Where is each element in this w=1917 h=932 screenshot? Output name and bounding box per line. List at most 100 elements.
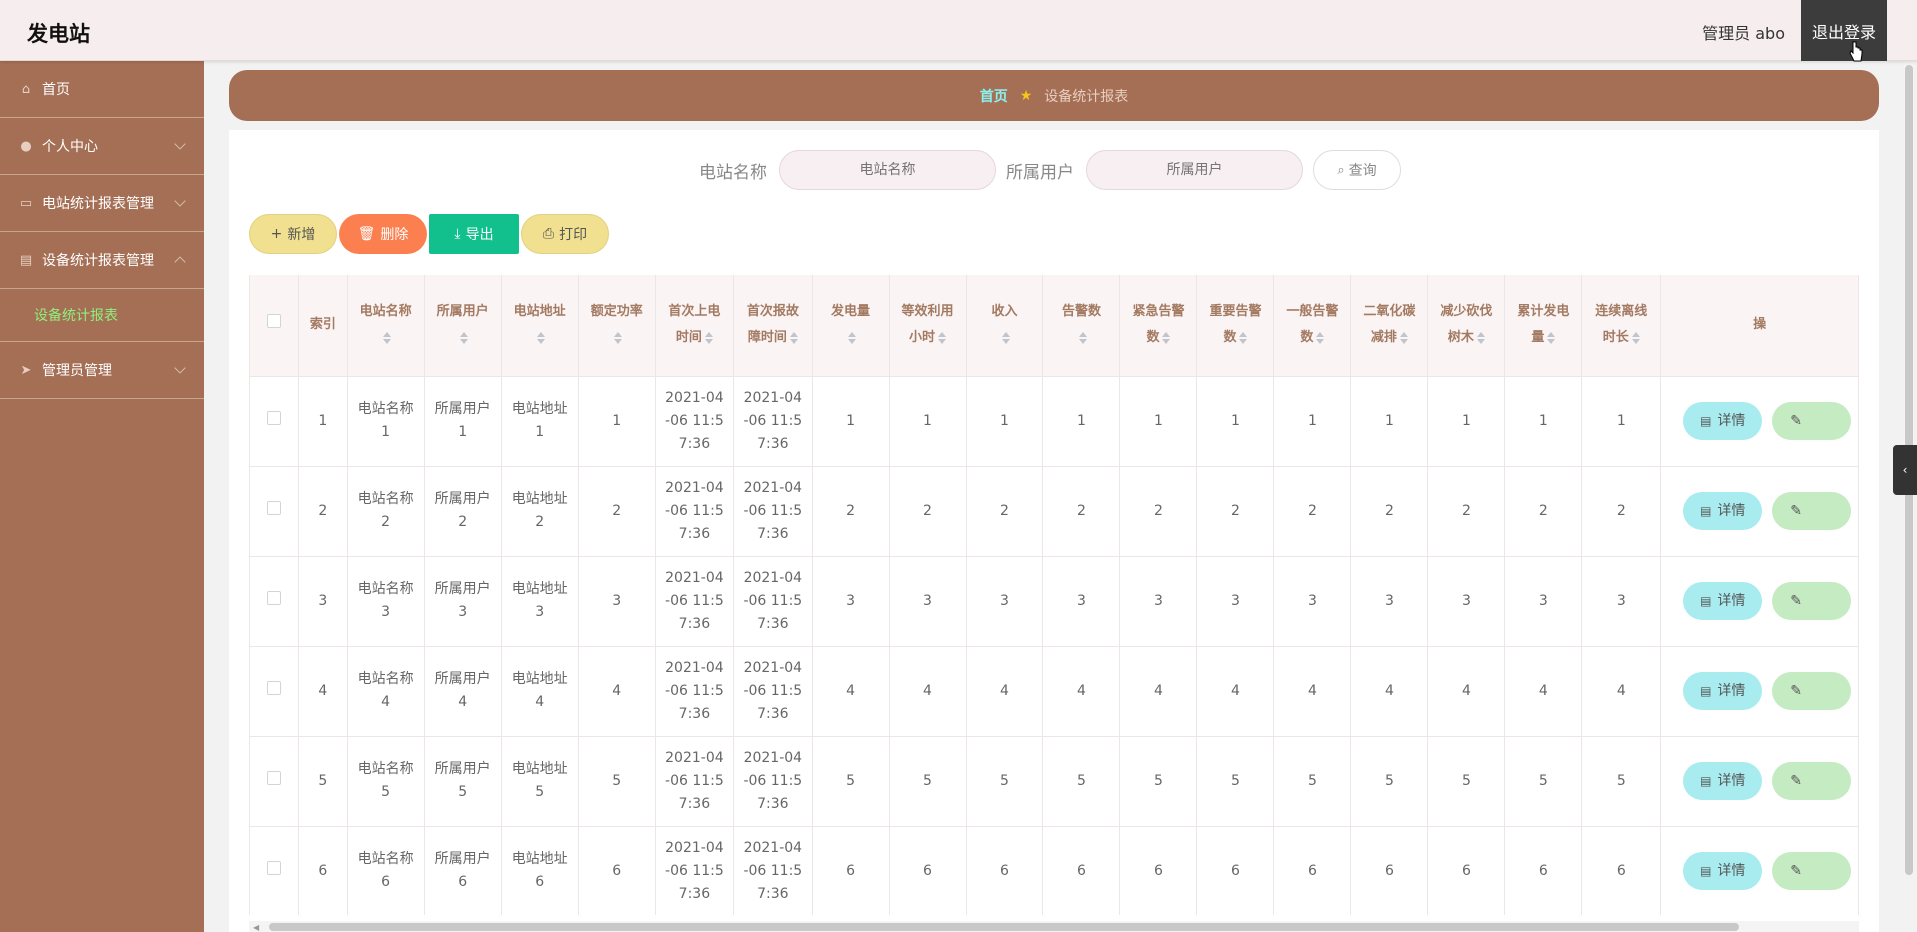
query-button[interactable]: ⌕ 查询 (1313, 150, 1401, 190)
cell-text: 2021-04 (743, 389, 803, 406)
row-checkbox[interactable] (267, 860, 282, 875)
edit-button[interactable]: ✎ (1772, 582, 1852, 620)
pencil-icon: ✎ (1790, 412, 1802, 429)
sort-icon[interactable] (1162, 331, 1171, 344)
station-name-label: 电站名称 (699, 162, 767, 183)
column-header[interactable]: 所属用户 (424, 275, 502, 377)
table-row: 1 电站名称 1 所属用户 1 电站地址 1 1 2021-04 -06 11:5 7:36 2021… (250, 376, 1859, 467)
cell-text: 2 (846, 502, 855, 519)
scroll-left-icon[interactable]: ◀ (253, 923, 259, 932)
row-checkbox[interactable] (267, 590, 282, 605)
detail-button[interactable]: ▤ 详情 (1683, 672, 1763, 710)
table-cell: 5 (812, 736, 890, 827)
add-button[interactable]: + 新增 (249, 214, 337, 254)
column-header[interactable]: 减少砍伐 树木 (1427, 275, 1506, 377)
sort-icon[interactable] (704, 331, 713, 344)
column-header[interactable]: 电站地址 (501, 275, 579, 377)
edit-button[interactable]: ✎ (1772, 762, 1852, 800)
row-checkbox[interactable] (267, 500, 282, 515)
column-header-label: 电站名称 (359, 304, 412, 320)
cell-text: 7:36 (678, 705, 711, 722)
horizontal-scroll-thumb[interactable] (269, 923, 1739, 931)
column-header[interactable]: 告警数 (1042, 275, 1121, 377)
column-header[interactable]: 紧急告警数 (1119, 275, 1198, 377)
detail-button[interactable]: ▤ 详情 (1683, 852, 1763, 890)
column-header[interactable]: 收入 (966, 275, 1044, 377)
horizontal-scrollbar[interactable]: ◀ (249, 921, 1859, 932)
select-all-checkbox[interactable] (267, 314, 282, 329)
table-row: 4 电站名称 4 所属用户 4 电站地址 4 4 2021-04 -06 11:5 7:36 2021… (250, 646, 1859, 737)
sidebar-item-device-report[interactable]: ▤ 设备统计报表管理 (0, 232, 204, 289)
column-header[interactable]: 首次上电 时间 (655, 275, 735, 377)
column-header[interactable]: 首次报故 障时间 (733, 275, 813, 377)
sort-icon[interactable] (460, 331, 469, 344)
cell-text: 6 (1616, 862, 1626, 879)
print-button[interactable]: ⎙ 打印 (521, 214, 609, 254)
cell-text: -06 11:5 (665, 592, 724, 609)
column-header-label: 操 (1753, 317, 1767, 333)
cell-text: 电站名称 (357, 671, 414, 687)
column-header[interactable]: 二氧化碳 减排 (1350, 275, 1429, 377)
sort-icon[interactable] (1476, 331, 1485, 344)
sort-icon[interactable] (1631, 331, 1640, 344)
sort-icon[interactable] (938, 331, 947, 344)
edit-button[interactable]: ✎ (1772, 672, 1852, 710)
delete-button[interactable]: 🗑 删除 (339, 214, 427, 254)
column-header[interactable]: 额定功率 (578, 275, 656, 377)
sort-icon[interactable] (1239, 331, 1248, 344)
row-checkbox[interactable] (267, 770, 282, 785)
sort-icon[interactable] (1001, 331, 1010, 344)
detail-button[interactable]: ▤ 详情 (1683, 582, 1763, 620)
table-cell: 2 (298, 466, 348, 557)
logout-button[interactable]: 退出登录 (1801, 0, 1887, 61)
detail-button[interactable]: ▤ 详情 (1683, 492, 1763, 530)
sort-icon[interactable] (1078, 331, 1087, 344)
column-header[interactable]: 电站名称 (347, 275, 425, 377)
row-checkbox[interactable] (267, 680, 282, 695)
side-panel-toggle[interactable]: ‹ (1893, 445, 1917, 495)
edit-button[interactable]: ✎ (1772, 492, 1852, 530)
sort-icon[interactable] (1316, 331, 1325, 344)
row-checkbox[interactable] (267, 410, 282, 425)
column-header-label: 小时 (909, 330, 936, 346)
sort-icon[interactable] (1399, 331, 1408, 344)
sort-icon[interactable] (383, 331, 392, 344)
sort-icon[interactable] (537, 331, 546, 344)
sort-icon[interactable] (848, 331, 857, 344)
sidebar-item-admin[interactable]: ➤ 管理员管理 (0, 342, 204, 399)
column-header[interactable]: 发电量 (812, 275, 890, 377)
column-header[interactable]: 重要告警数 (1196, 275, 1275, 377)
column-header[interactable]: 操 (1660, 275, 1859, 377)
column-header-label: 收入 (991, 304, 1018, 320)
cell-text: -06 11:5 (665, 862, 724, 879)
sidebar-item-home[interactable]: ⌂ 首页 (0, 61, 204, 118)
column-header[interactable]: 等效利用 小时 (889, 275, 967, 377)
sidebar-item-station-report[interactable]: ▭ 电站统计报表管理 (0, 175, 204, 232)
pencil-icon: ✎ (1790, 682, 1802, 699)
detail-button[interactable]: ▤ 详情 (1683, 402, 1763, 440)
sidebar-subitem-device-report[interactable]: 设备统计报表 (0, 289, 204, 342)
sidebar-item-personal-center[interactable]: ● 个人中心 (0, 118, 204, 175)
column-header[interactable]: 索引 (298, 275, 348, 377)
sort-icon[interactable] (614, 331, 623, 344)
column-header[interactable]: 累计发电量 (1504, 275, 1583, 377)
sort-icon[interactable] (1547, 331, 1556, 344)
station-name-input[interactable] (779, 150, 996, 190)
table-cell: 2021-04 -06 11:5 7:36 (655, 376, 735, 467)
detail-button[interactable]: ▤ 详情 (1683, 762, 1763, 800)
edit-button[interactable]: ✎ (1772, 402, 1852, 440)
detail-label: 详情 (1717, 772, 1746, 789)
column-header[interactable]: 连续离线 时长 (1581, 275, 1662, 377)
breadcrumb-home[interactable]: 首页 (980, 86, 1008, 106)
table-cell: 5 (298, 736, 348, 827)
table-cell: 6 (966, 826, 1044, 915)
edit-button[interactable]: ✎ (1772, 852, 1852, 890)
table-cell: 4 (1119, 646, 1198, 737)
user-input[interactable] (1086, 150, 1303, 190)
column-header[interactable]: 一般告警数 (1273, 275, 1352, 377)
sort-icon[interactable] (789, 331, 798, 344)
cell-text: -06 11:5 (743, 592, 803, 609)
export-button[interactable]: ⤓ 导出 (429, 214, 519, 254)
cell-text: 5 (1538, 772, 1548, 789)
cell-text: 2 (1384, 502, 1394, 519)
